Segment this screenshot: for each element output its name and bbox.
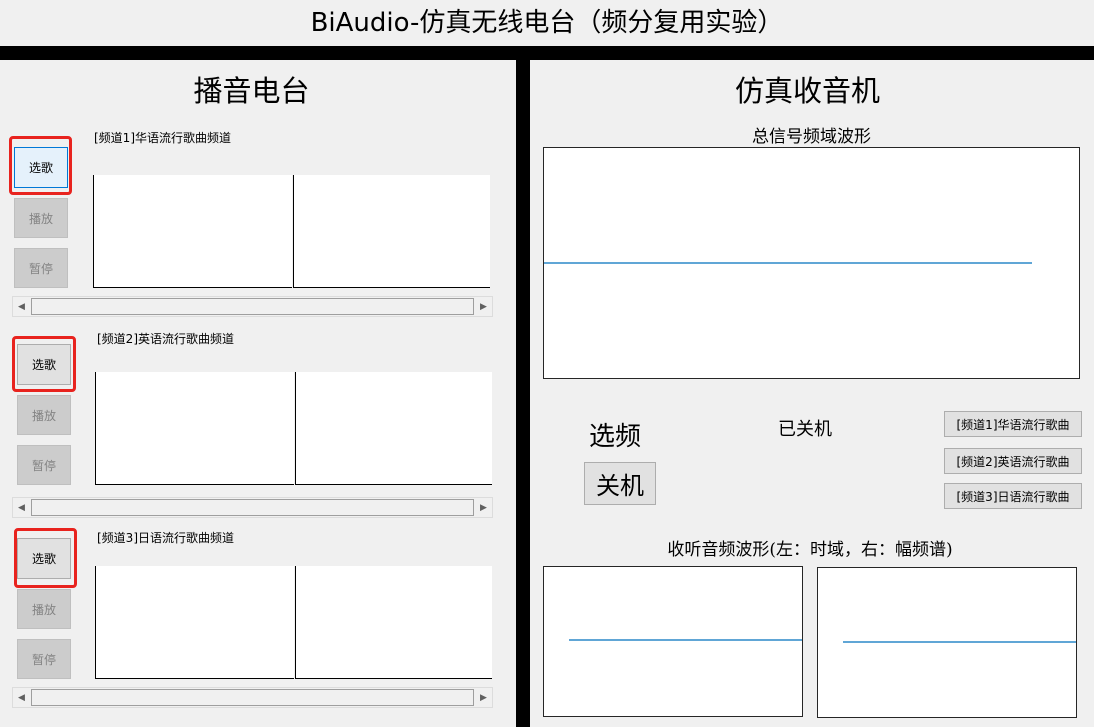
channel-3-time-plot xyxy=(95,566,294,679)
channel-1-label: [频道1]华语流行歌曲频道 xyxy=(94,131,231,145)
spectrum-title: 总信号频域波形 xyxy=(752,127,871,147)
listen-title: 收听音频波形(左：时域，右：幅频谱) xyxy=(667,540,953,560)
top-divider xyxy=(0,46,1094,60)
channel-3-play-button[interactable]: 播放 xyxy=(17,589,71,629)
channel-1-scroll-thumb[interactable] xyxy=(31,298,474,315)
window-title: BiAudio-仿真无线电台（频分复用实验） xyxy=(310,8,784,38)
triangle-right-icon[interactable]: ▶ xyxy=(475,498,492,517)
listen-spectrum-svg xyxy=(843,641,1076,643)
tune-channel-3-button[interactable]: [频道3]日语流行歌曲 xyxy=(944,483,1082,509)
tune-label: 选频 xyxy=(589,422,642,452)
power-button[interactable]: 关机 xyxy=(584,462,656,505)
channel-1-select-button[interactable]: 选歌 xyxy=(14,147,68,188)
total-spectrum-plot xyxy=(543,147,1080,379)
center-divider xyxy=(516,60,530,727)
channel-3-label: [频道3]日语流行歌曲频道 xyxy=(97,531,234,545)
channel-1-time-plot xyxy=(93,175,292,288)
channel-3-scrollbar[interactable]: ◀ ▶ xyxy=(12,687,493,708)
channel-2-label: [频道2]英语流行歌曲频道 xyxy=(97,332,234,346)
channel-2-spectrum-plot xyxy=(295,372,492,485)
tune-channel-2-button[interactable]: [频道2]英语流行歌曲 xyxy=(944,448,1082,474)
channel-3-pause-button[interactable]: 暂停 xyxy=(17,639,71,679)
channel-2-time-plot xyxy=(95,372,294,485)
channel-2-scrollbar[interactable]: ◀ ▶ xyxy=(12,497,493,518)
channel-3-spectrum-plot xyxy=(295,566,492,679)
channel-1-spectrum-plot xyxy=(293,175,490,288)
channel-1-scrollbar[interactable]: ◀ ▶ xyxy=(12,296,493,317)
broadcast-panel-title: 播音电台 xyxy=(193,74,310,108)
status-text: 已关机 xyxy=(778,419,832,440)
triangle-right-icon[interactable]: ▶ xyxy=(475,297,492,316)
triangle-right-icon[interactable]: ▶ xyxy=(475,688,492,707)
channel-3-scroll-thumb[interactable] xyxy=(31,689,474,706)
total-spectrum-svg xyxy=(544,262,1032,264)
receiver-panel-title: 仿真收音机 xyxy=(734,74,880,108)
channel-1-pause-button[interactable]: 暂停 xyxy=(14,248,68,288)
channel-2-play-button[interactable]: 播放 xyxy=(17,395,71,435)
channel-2-pause-button[interactable]: 暂停 xyxy=(17,445,71,485)
channel-2-select-button[interactable]: 选歌 xyxy=(17,344,71,385)
channel-2-scroll-thumb[interactable] xyxy=(31,499,474,516)
listen-time-svg xyxy=(569,639,802,641)
channel-3-select-button[interactable]: 选歌 xyxy=(17,538,71,579)
triangle-left-icon[interactable]: ◀ xyxy=(13,297,30,316)
tune-channel-1-button[interactable]: [频道1]华语流行歌曲 xyxy=(944,411,1082,437)
listen-spectrum-plot xyxy=(817,567,1077,718)
triangle-left-icon[interactable]: ◀ xyxy=(13,498,30,517)
triangle-left-icon[interactable]: ◀ xyxy=(13,688,30,707)
channel-1-play-button[interactable]: 播放 xyxy=(14,198,68,238)
listen-time-plot xyxy=(543,566,803,717)
